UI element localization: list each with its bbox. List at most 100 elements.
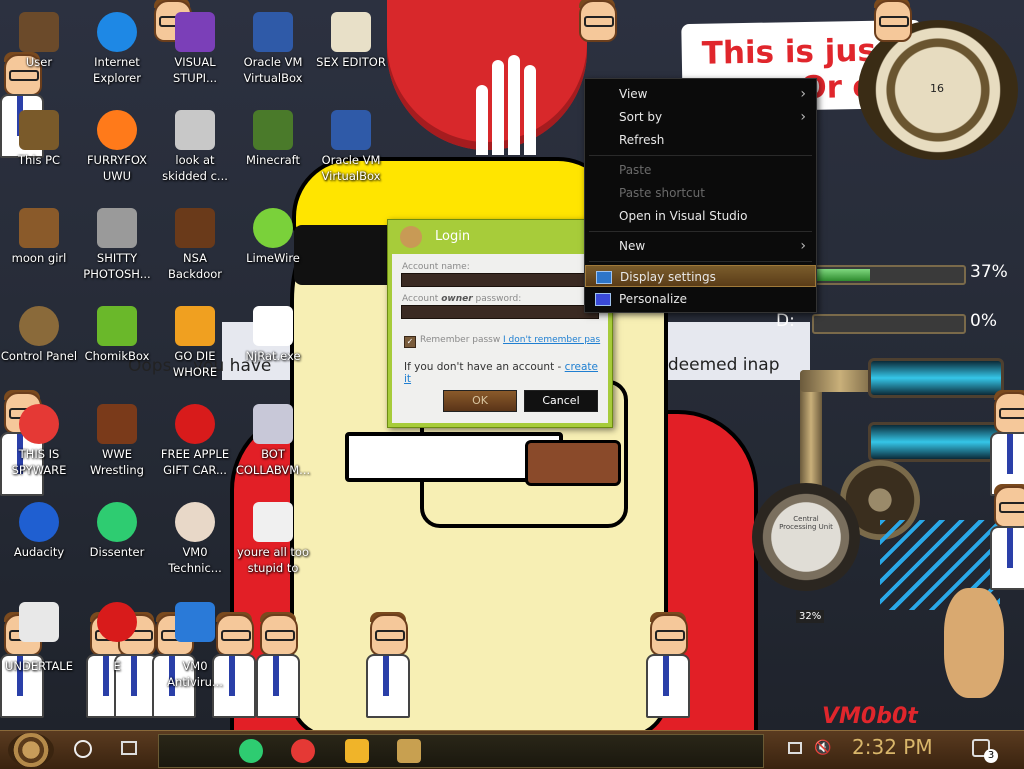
unity-icon [19,602,59,642]
desktop-icon-this-pc[interactable]: This PC [0,108,78,168]
desktop-icon-gimp[interactable]: SHITTY PHOTOSH... [78,206,156,282]
network-icon[interactable] [788,742,802,754]
desktop-icon-spyware[interactable]: THIS IS SPYWARE [0,402,78,478]
cartoon-man-sticker [256,612,300,724]
menu-item-personalize[interactable]: Personalize [585,288,816,310]
start-button[interactable] [8,733,54,767]
desktop-icon-minecraft[interactable]: Minecraft [234,108,312,168]
gimp-icon [97,208,137,248]
desktop-icon-undertale[interactable]: UNDERTALE [0,600,78,674]
desktop-icon-moon-girl[interactable]: moon girl [0,206,78,266]
desktop-icon-apple-gift[interactable]: FREE APPLE GIFT CAR... [156,402,234,478]
login-dialog[interactable]: Login Account name: Account owner passwo… [387,219,613,428]
menu-item-sort-by[interactable]: Sort by › [585,106,816,128]
oven-icon [97,404,137,444]
wallpaper-hand [476,40,546,155]
personalize-icon [595,293,611,306]
login-title-bar[interactable]: Login [388,220,612,254]
cpu-gauge: Central Processing Unit [752,483,860,591]
volume-muted-icon[interactable]: 🔇 [814,740,831,756]
hamster-image [944,588,1004,698]
remember-password-checkbox[interactable]: ✓ [404,336,416,348]
taskbar-chomikbox-icon[interactable] [397,739,421,763]
search-icon[interactable] [74,740,92,758]
gauge-label: Central Processing Unit [779,515,833,531]
user-folder-icon [19,12,59,52]
hex-editor-icon [331,12,371,52]
cartoon-man-sticker [990,484,1024,596]
menu-separator [589,155,812,156]
desktop[interactable]: This is jus Or ello been deemed inap Oop… [0,0,1024,730]
menu-separator [589,231,812,232]
adobe-de-icon [175,306,215,346]
desktop-icon-chomikbox[interactable]: ChomikBox [78,304,156,364]
computer-icon [19,110,59,150]
taskbar-dissenter-icon[interactable] [239,739,263,763]
desktop-icon-nsa-backdoor[interactable]: NSA Backdoor [156,206,234,282]
disk-gauge-c: 37% [812,260,1008,286]
chrome-icon [19,404,59,444]
desktop-icon-visual-studio[interactable]: VISUAL STUPI... [156,10,234,86]
desktop-icon-stupid[interactable]: youre all too stupid to reverse engineer… [234,500,312,578]
menu-item-view[interactable]: View › [585,83,816,105]
desktop-icon-audacity[interactable]: Audacity [0,500,78,560]
technician-icon [175,502,215,542]
cancel-button[interactable]: Cancel [524,390,598,412]
password-label: Account owner password: [402,294,522,304]
shield-icon [175,602,215,642]
account-name-label: Account name: [402,262,470,272]
desktop-icon-control-panel[interactable]: Control Panel [0,304,78,364]
chevron-right-icon: › [800,86,806,102]
disk-fill [816,269,870,281]
task-view-icon[interactable] [121,741,137,755]
menu-item-display-settings[interactable]: Display settings [585,265,816,287]
desktop-icon-hex-editor[interactable]: SEX EDITOR [312,10,390,70]
taskbar-chrome-icon[interactable] [291,739,315,763]
desktop-icon-e[interactable]: E [78,600,156,674]
cartoon-man-sticker [870,0,912,110]
dissenter-icon [97,502,137,542]
desktop-icon-internet-explorer[interactable]: Internet Explorer [78,10,156,86]
login-title: Login [435,229,471,244]
forgot-password-link[interactable]: I don't remember pas [503,335,600,345]
desktop-icon-go-die[interactable]: GO DIE WHORE [156,304,234,380]
portrait-icon [253,502,293,542]
disk-percent: 0% [970,311,997,331]
desktop-icon-bot-collabvm[interactable]: BOT COLLABVM... [234,402,312,478]
lime-icon [253,208,293,248]
password-input[interactable] [401,305,599,319]
desktop-icon-njrat[interactable]: NjRat.exe [234,304,312,364]
menu-item-refresh[interactable]: Refresh [585,129,816,151]
system-tray: 🔇 [784,736,844,764]
desktop-icon-limewire[interactable]: LimeWire [234,206,312,266]
clock-number: 16 [930,82,944,95]
menu-item-new[interactable]: New › [585,235,816,257]
chevron-right-icon: › [800,109,806,125]
desktop-icon-skidded[interactable]: look at skidded c... [156,108,234,184]
desktop-icon-dissenter[interactable]: Dissenter [78,500,156,560]
account-name-input[interactable] [401,273,599,287]
desktop-icon-user[interactable]: User [0,10,78,70]
desktop-icon-virtualbox-2[interactable]: Oracle VM VirtualBox [312,108,390,184]
audacity-headphones-icon [19,502,59,542]
disk-letter: D: [776,311,795,331]
desktop-icon-virtualbox[interactable]: Oracle VM VirtualBox [234,10,312,86]
desktop-icon-wwe[interactable]: WWE Wrestling [78,402,156,478]
ok-button[interactable]: OK [443,390,517,412]
desktop-context-menu[interactable]: View › Sort by › Refresh Paste Paste short… [584,78,817,313]
apple-icon [175,404,215,444]
firefox-icon [97,110,137,150]
taskbar-file-explorer-icon[interactable] [345,739,369,763]
picture-frame-icon [175,208,215,248]
desktop-icon-vm0-technician[interactable]: VM0 Technic... [156,500,234,576]
chevron-right-icon: › [800,238,806,254]
notification-badge: 3 [984,749,998,763]
desktop-icon-vm0-antivirus[interactable]: VM0 Antiviru... [156,600,234,690]
desktop-icon-firefox[interactable]: FURRYFOX UWU [78,108,156,184]
menu-item-paste-shortcut: Paste shortcut [619,186,705,200]
banner-line1: This is jus [701,32,877,72]
taskbar-clock[interactable]: 2:32 PM [852,735,933,759]
edge-browser-icon [97,12,137,52]
login-body: Account name: Account owner password: ✓ … [392,254,608,423]
menu-item-open-in-visual-studio[interactable]: Open in Visual Studio [585,205,816,227]
